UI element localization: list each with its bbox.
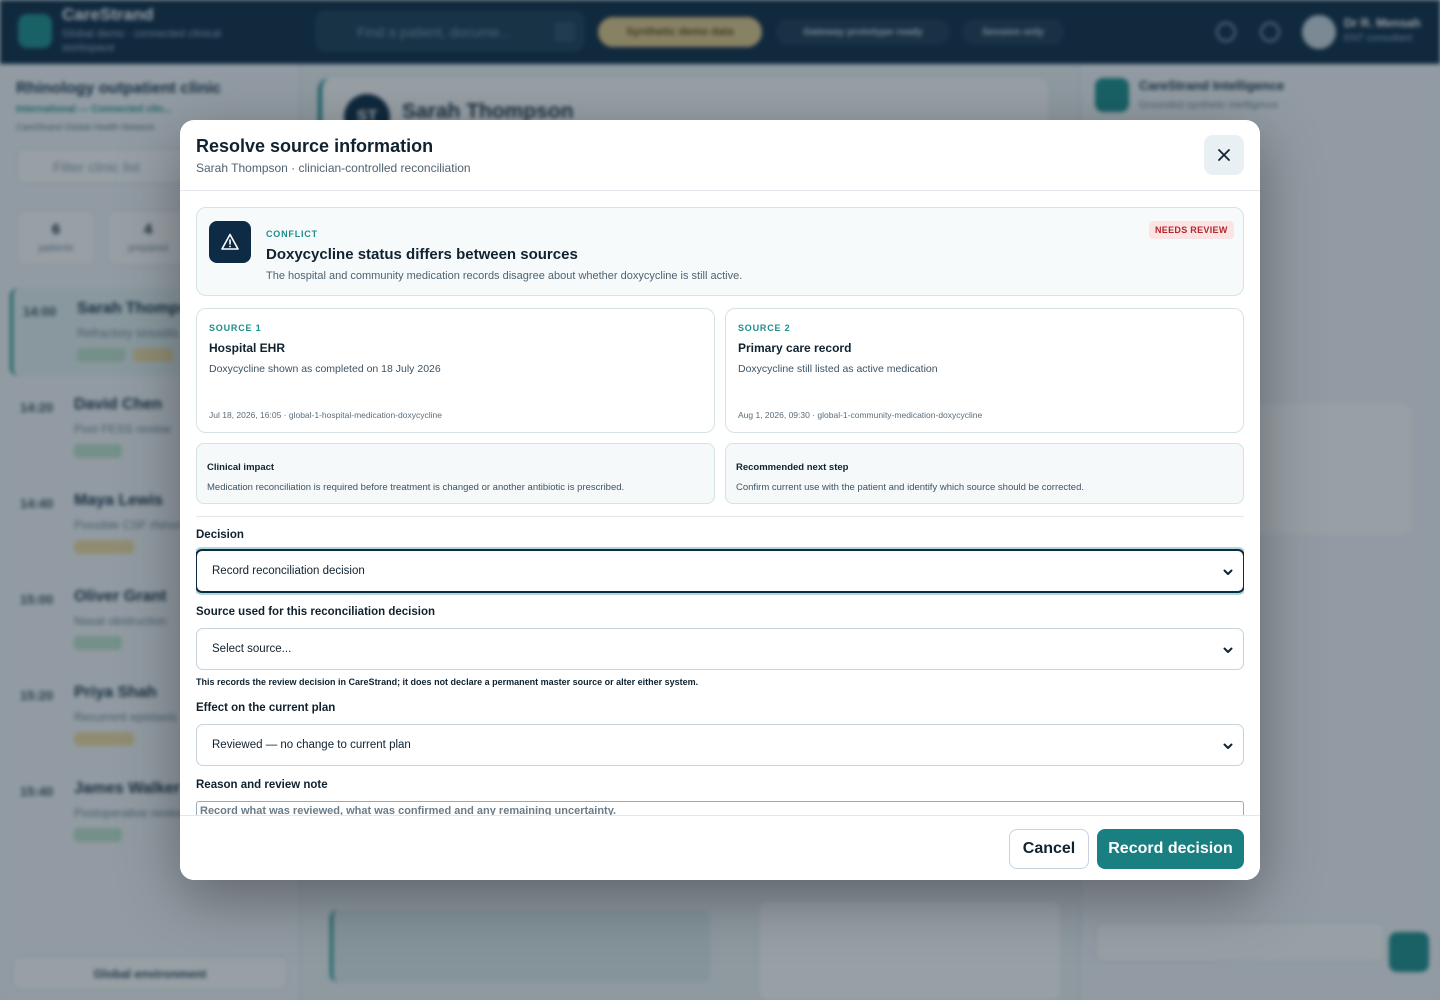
reason-label: Reason and review note — [196, 779, 328, 791]
warning-triangle-icon — [209, 221, 251, 263]
clinical-impact-title: Clinical impact — [207, 462, 275, 473]
chevron-down-icon — [1223, 647, 1233, 653]
effect-label: Effect on the current plan — [196, 702, 336, 714]
conflict-title: Doxycycline status differs between sourc… — [266, 246, 578, 263]
decision-label: Decision — [196, 529, 244, 541]
clinical-impact-card: Clinical impact Medication reconciliatio… — [196, 443, 715, 504]
effect-value: Reviewed — no change to current plan — [212, 739, 411, 751]
source-select[interactable]: Select source... — [196, 628, 1244, 670]
source-label: SOURCE 1 — [209, 323, 262, 333]
source-select-label: Source used for this reconciliation deci… — [196, 606, 435, 618]
clinical-impact-text: Medication reconciliation is required be… — [207, 482, 625, 493]
source-text: Doxycycline still listed as active medic… — [738, 363, 938, 375]
resolve-source-dialog: Resolve source information Sarah Thompso… — [180, 120, 1260, 880]
dialog-title: Resolve source information — [196, 136, 434, 156]
conflict-label: CONFLICT — [266, 229, 318, 239]
next-step-card: Recommended next step Confirm current us… — [725, 443, 1244, 504]
source-label: SOURCE 2 — [738, 323, 791, 333]
source-select-value: Select source... — [212, 643, 292, 655]
dialog-body: CONFLICT Doxycycline status differs betw… — [196, 207, 1244, 815]
close-button[interactable] — [1204, 135, 1244, 175]
next-step-title: Recommended next step — [736, 462, 849, 473]
cancel-button[interactable]: Cancel — [1009, 829, 1089, 869]
reason-textarea[interactable]: Record what was reviewed, what was confi… — [196, 801, 1244, 815]
needs-review-badge: NEEDS REVIEW — [1149, 221, 1234, 239]
decision-select[interactable]: Record reconciliation decision — [196, 549, 1244, 593]
dialog-header: Resolve source information Sarah Thompso… — [180, 120, 1260, 191]
next-step-text: Confirm current use with the patient and… — [736, 482, 1084, 493]
chevron-down-icon — [1223, 743, 1233, 749]
reason-placeholder: Record what was reviewed, what was confi… — [200, 805, 617, 815]
section-divider — [196, 516, 1244, 517]
source-title: Primary care record — [738, 341, 852, 355]
chevron-down-icon — [1223, 569, 1233, 575]
record-decision-button[interactable]: Record decision — [1097, 829, 1244, 869]
source-meta: Aug 1, 2026, 09:30 · global-1-community-… — [738, 410, 983, 420]
effect-select[interactable]: Reviewed — no change to current plan — [196, 724, 1244, 766]
source-text: Doxycycline shown as completed on 18 Jul… — [209, 363, 441, 375]
decision-value: Record reconciliation decision — [212, 565, 365, 577]
source-card-2: SOURCE 2 Primary care record Doxycycline… — [725, 308, 1244, 433]
source-help-text: This records the review decision in Care… — [196, 677, 699, 687]
conflict-card: CONFLICT Doxycycline status differs betw… — [196, 207, 1244, 296]
source-meta: Jul 18, 2026, 16:05 · global-1-hospital-… — [209, 410, 442, 420]
close-icon — [1218, 149, 1230, 161]
dialog-subtitle: Sarah Thompson · clinician-controlled re… — [196, 161, 471, 175]
source-title: Hospital EHR — [209, 341, 286, 355]
source-card-1: SOURCE 1 Hospital EHR Doxycycline shown … — [196, 308, 715, 433]
dialog-footer: Cancel Record decision — [180, 815, 1260, 880]
conflict-description: The hospital and community medication re… — [266, 270, 743, 282]
